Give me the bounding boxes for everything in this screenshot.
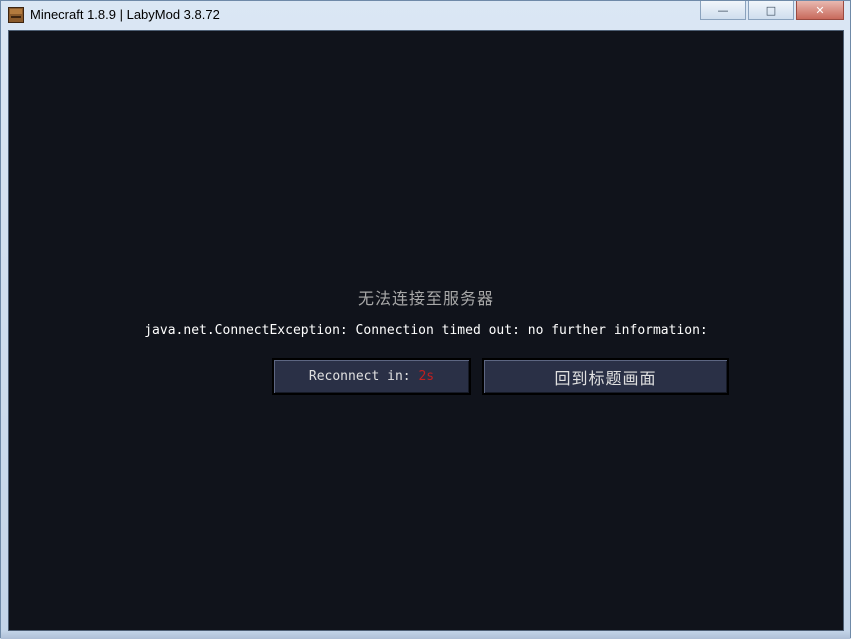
reconnect-label: Reconnect in: (308, 369, 419, 384)
minimize-icon: — (717, 3, 729, 17)
back-to-title-screen-button[interactable]: 回到标题画面 (482, 358, 729, 395)
app-window: Minecraft 1.8.9 | LabyMod 3.8.72 — □ ✕ 无… (0, 0, 851, 639)
disconnect-heading: 无法连接至服务器 (357, 289, 494, 308)
reconnect-button[interactable]: Reconnect in: 2s (272, 358, 471, 395)
game-viewport: 无法连接至服务器 java.net.ConnectException: Conn… (8, 30, 844, 631)
title-bar[interactable]: Minecraft 1.8.9 | LabyMod 3.8.72 — □ ✕ (1, 1, 850, 30)
minimize-button[interactable]: — (700, 1, 746, 20)
maximize-icon: □ (765, 3, 777, 17)
error-message: java.net.ConnectException: Connection ti… (144, 323, 708, 338)
minecraft-crafting-table-icon[interactable] (8, 7, 24, 23)
close-icon: ✕ (815, 3, 825, 17)
close-button[interactable]: ✕ (796, 1, 844, 20)
reconnect-countdown: 2s (418, 369, 435, 384)
back-to-title-screen-label: 回到标题画面 (554, 368, 657, 388)
maximize-button[interactable]: □ (748, 1, 794, 20)
window-title: Minecraft 1.8.9 | LabyMod 3.8.72 (30, 7, 220, 22)
window-caption-controls: — □ ✕ (698, 1, 844, 21)
